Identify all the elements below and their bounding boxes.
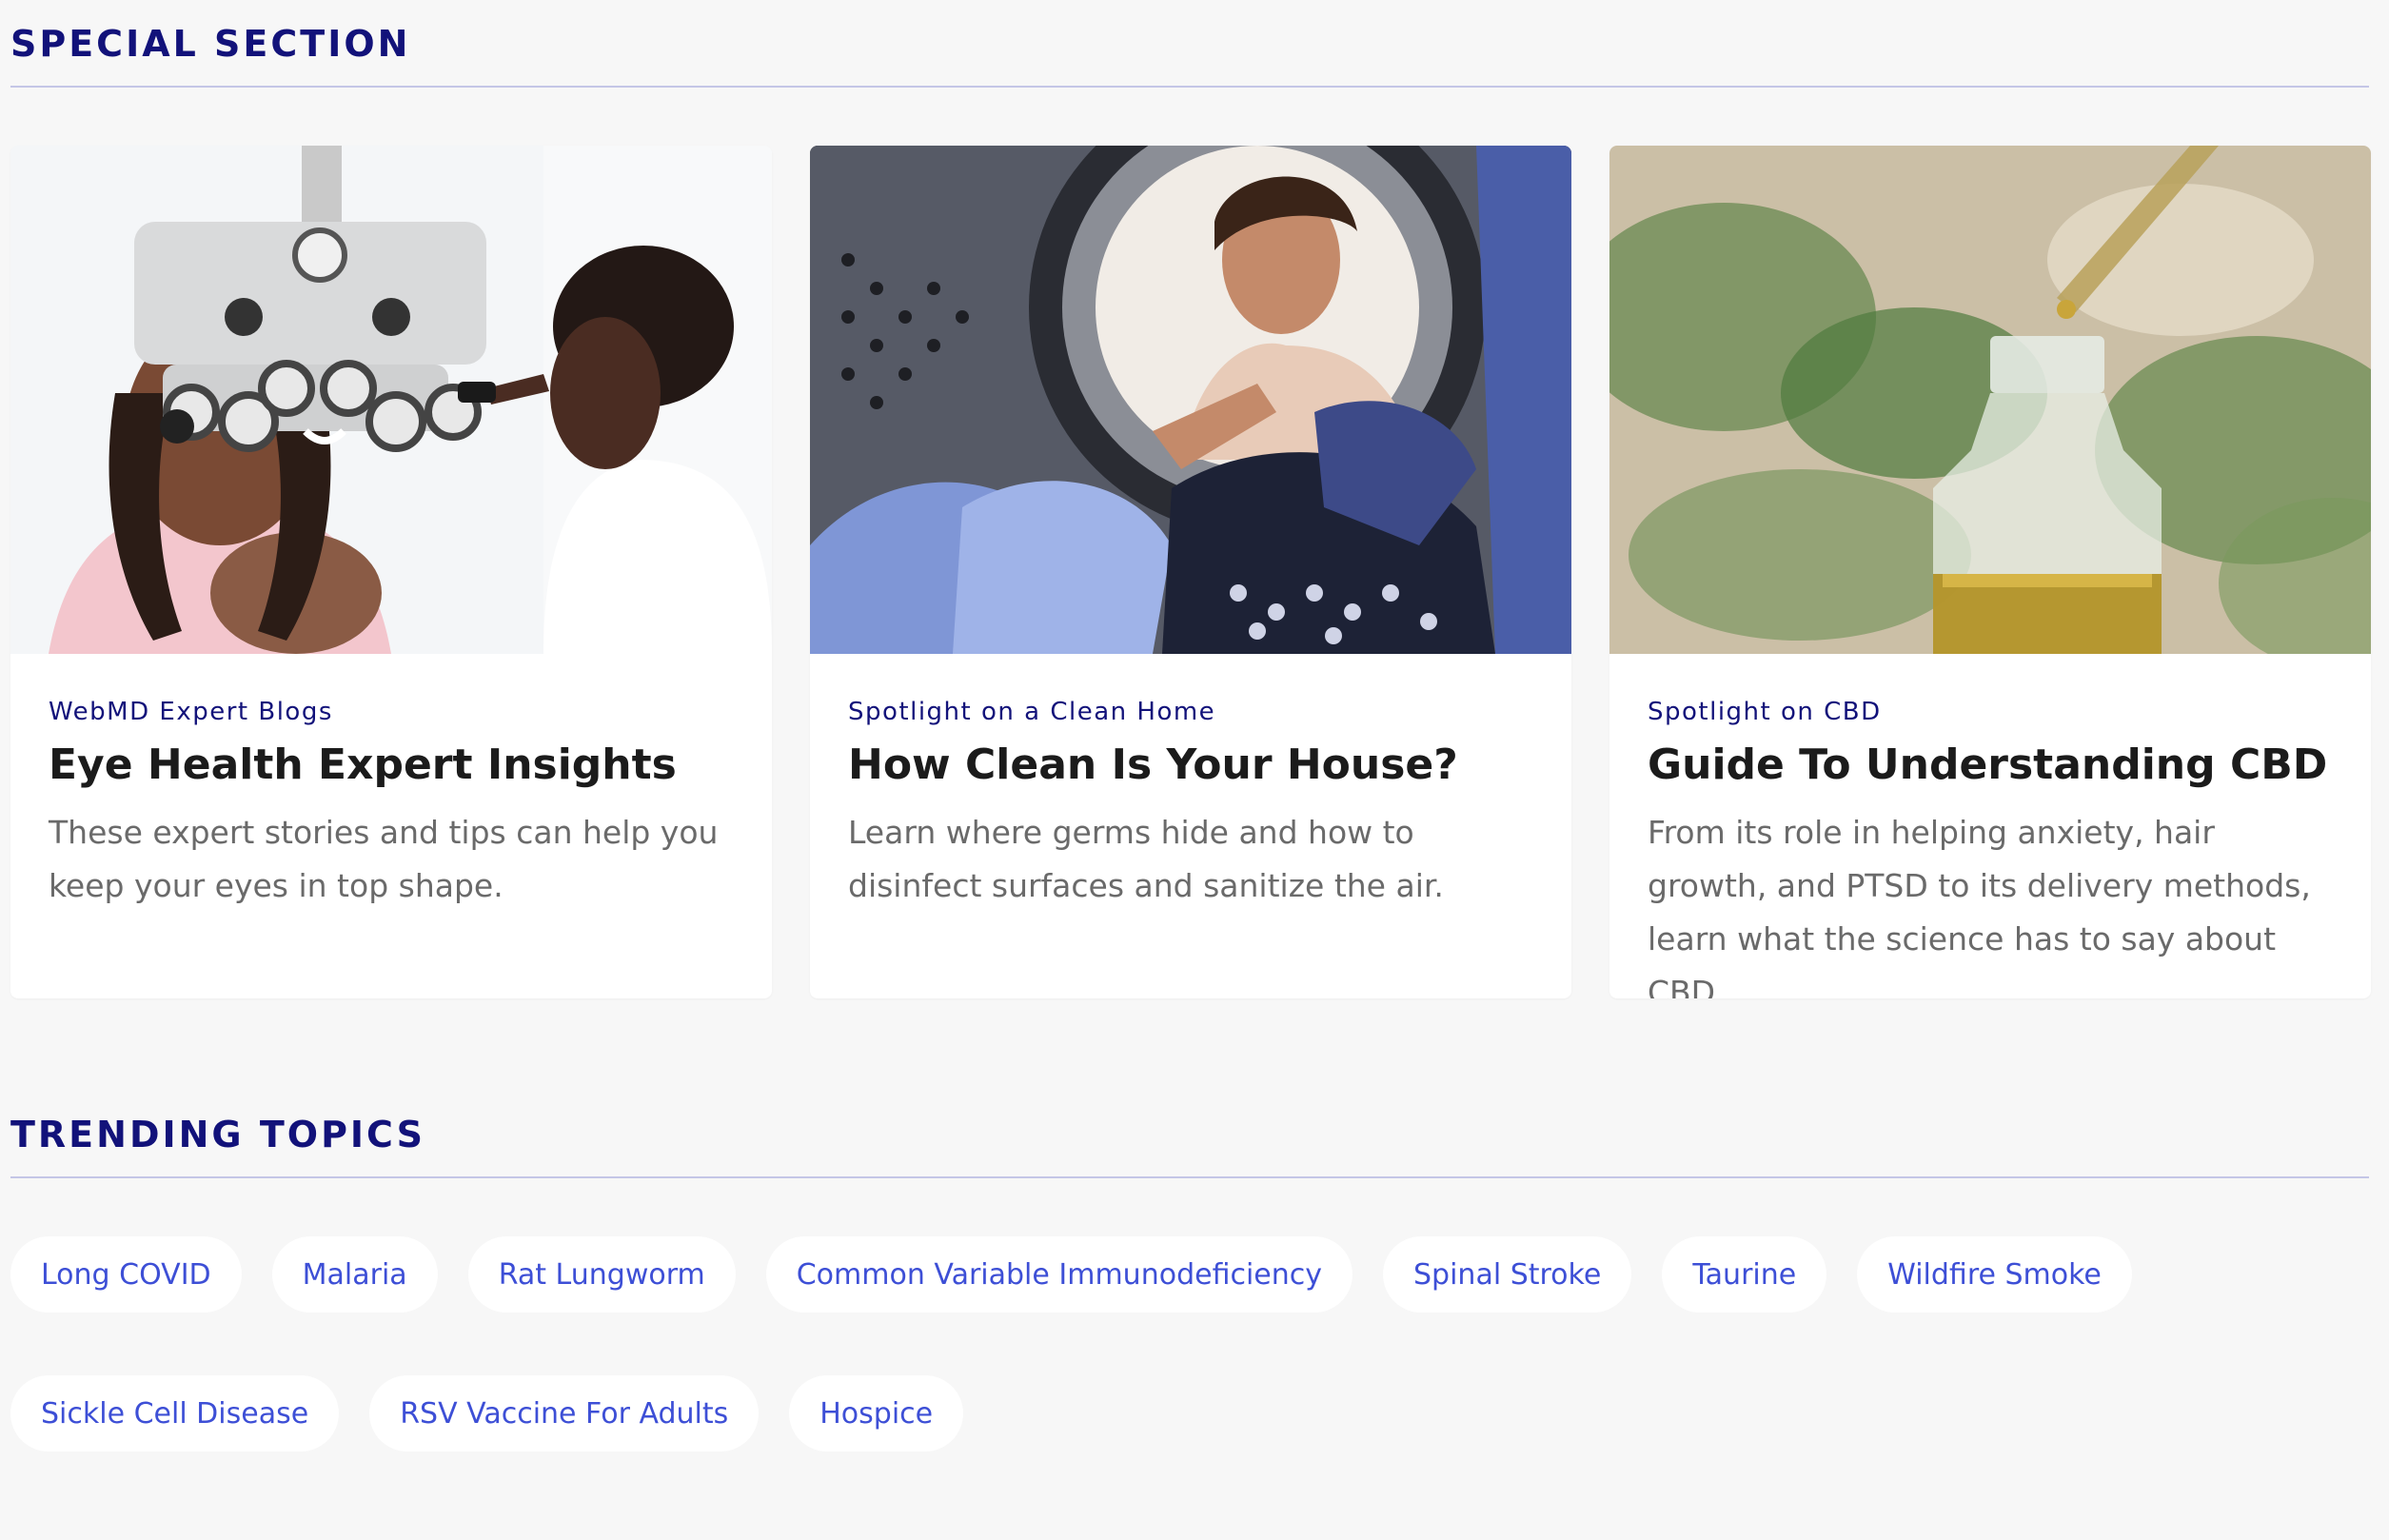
topic-chip-malaria[interactable]: Malaria	[271, 1236, 438, 1313]
topic-chip-rsv-vaccine-for-adults[interactable]: RSV Vaccine For Adults	[369, 1375, 760, 1451]
card-eye-health[interactable]: WebMD Expert Blogs Eye Health Expert Ins…	[10, 146, 772, 998]
card-clean-house[interactable]: Spotlight on a Clean Home How Clean Is Y…	[810, 146, 1571, 998]
card-description: From its role in helping anxiety, hair g…	[1648, 813, 2311, 998]
topic-chip-taurine[interactable]: Taurine	[1662, 1236, 1827, 1313]
card-title[interactable]: Eye Health Expert Insights	[49, 740, 734, 791]
topic-chip-hospice[interactable]: Hospice	[789, 1375, 964, 1451]
trending-topics-divider	[10, 1176, 2369, 1178]
laundry-washer-photo[interactable]	[810, 146, 1571, 654]
topic-chip-spinal-stroke[interactable]: Spinal Stroke	[1383, 1236, 1632, 1313]
eye-exam-photo[interactable]	[10, 146, 772, 654]
card-title[interactable]: How Clean Is Your House?	[848, 740, 1533, 791]
card-title[interactable]: Guide To Understanding CBD	[1648, 740, 2333, 791]
special-section-divider	[10, 86, 2369, 88]
topic-chip-wildfire-smoke[interactable]: Wildfire Smoke	[1857, 1236, 2132, 1313]
topic-chip-long-covid[interactable]: Long COVID	[10, 1236, 242, 1313]
cbd-oil-bottle-photo[interactable]	[1609, 146, 2371, 654]
card-kicker[interactable]: WebMD Expert Blogs	[49, 698, 734, 727]
trending-topics-list: Long COVID Malaria Rat Lungworm Common V…	[10, 1236, 2371, 1451]
trending-topics-title: TRENDING TOPICS	[10, 1114, 426, 1155]
card-cbd[interactable]: Spotlight on CBD Guide To Understanding …	[1609, 146, 2371, 998]
card-description: These expert stories and tips can help y…	[49, 813, 719, 904]
topic-chip-common-variable-immunodeficiency[interactable]: Common Variable Immunodeficiency	[765, 1236, 1353, 1313]
card-kicker[interactable]: Spotlight on a Clean Home	[848, 698, 1533, 727]
card-kicker[interactable]: Spotlight on CBD	[1648, 698, 2333, 727]
special-section-title: SPECIAL SECTION	[10, 23, 411, 65]
topic-chip-rat-lungworm[interactable]: Rat Lungworm	[467, 1236, 736, 1313]
topic-chip-sickle-cell-disease[interactable]: Sickle Cell Disease	[10, 1375, 340, 1451]
card-description: Learn where germs hide and how to disinf…	[848, 813, 1444, 904]
